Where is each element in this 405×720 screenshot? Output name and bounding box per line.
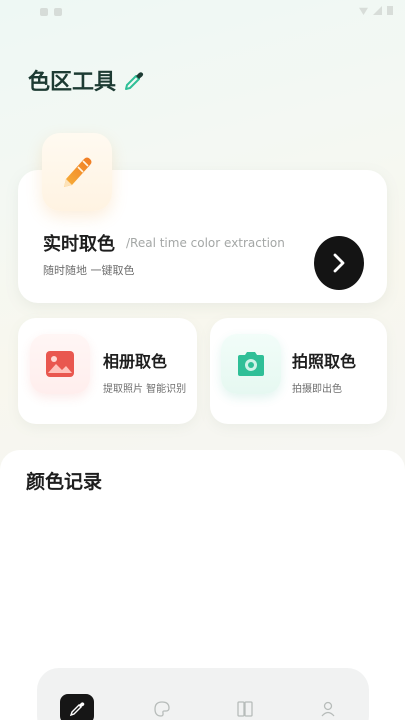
image-icon xyxy=(46,351,74,377)
camera-description: 拍摄即出色 xyxy=(292,384,342,395)
status-icons xyxy=(359,6,393,15)
camera-icon xyxy=(238,352,264,376)
realtime-subtitle: /Real time color extraction xyxy=(126,236,285,250)
battery-icon xyxy=(387,6,393,15)
signal-icon xyxy=(373,6,382,15)
tab-swatches[interactable] xyxy=(228,694,262,720)
status-notification-icon xyxy=(40,8,48,16)
wifi-icon xyxy=(359,7,368,15)
palette-icon xyxy=(154,701,170,717)
realtime-icon-badge xyxy=(42,133,112,211)
pencil-icon xyxy=(64,157,92,187)
chevron-right-icon xyxy=(333,253,345,273)
status-bar xyxy=(0,0,405,26)
tab-profile[interactable] xyxy=(311,694,345,720)
album-title: 相册取色 xyxy=(103,352,168,371)
eyedropper-icon xyxy=(69,702,85,717)
app-title-text: 色区工具 xyxy=(28,70,117,95)
color-history-title: 颜色记录 xyxy=(26,471,103,493)
realtime-go-button[interactable] xyxy=(314,236,364,290)
album-icon-badge xyxy=(30,334,90,394)
user-icon xyxy=(321,701,335,717)
camera-title: 拍照取色 xyxy=(292,352,357,371)
tab-palette[interactable] xyxy=(145,694,179,720)
swatch-book-icon xyxy=(237,701,253,717)
eyedropper-icon xyxy=(125,72,144,90)
app-title: 色区工具 xyxy=(28,64,146,96)
tab-eyedropper[interactable] xyxy=(60,694,94,720)
camera-icon-badge xyxy=(221,334,281,394)
status-notification-icon xyxy=(54,8,62,16)
realtime-description: 随时随地 一键取色 xyxy=(43,264,135,277)
album-description: 提取照片 智能识别 xyxy=(103,384,187,395)
realtime-title: 实时取色 xyxy=(43,234,115,255)
